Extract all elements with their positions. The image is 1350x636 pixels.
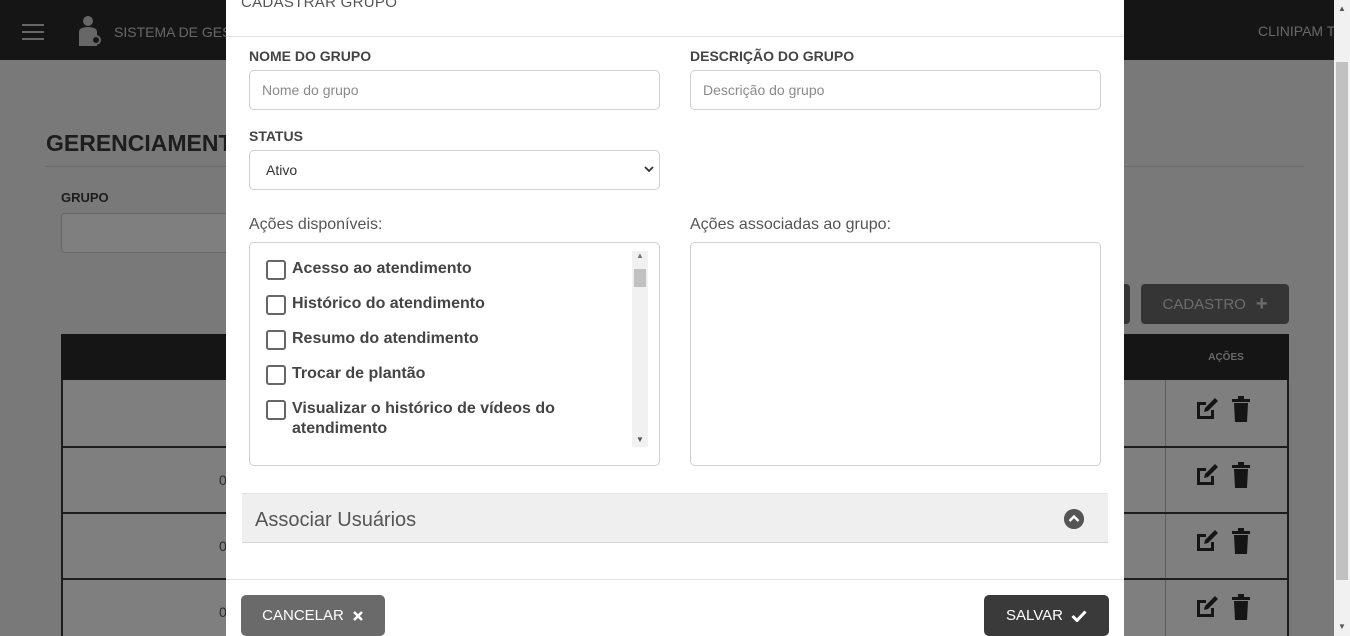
- available-actions-list: Acesso ao atendimento Histórico do atend…: [249, 242, 660, 466]
- chevron-up-circle-icon[interactable]: [1064, 509, 1084, 529]
- associate-users-accordion[interactable]: Associar Usuários: [242, 493, 1108, 543]
- accordion-title: Associar Usuários: [255, 509, 417, 531]
- action-label: Histórico do atendimento: [292, 295, 485, 312]
- group-name-label: NOME DO GRUPO: [249, 48, 372, 64]
- associated-actions-list[interactable]: [690, 242, 1101, 466]
- scroll-up-icon[interactable]: ▲: [1338, 4, 1346, 13]
- status-select[interactable]: Ativo: [249, 150, 660, 190]
- cancel-button-label: CANCELAR: [262, 607, 344, 624]
- associated-actions-label: Ações associadas ao grupo:: [690, 216, 892, 233]
- checkbox[interactable]: [266, 260, 286, 280]
- page-scrollbar[interactable]: ▲ ▼: [1334, 0, 1350, 636]
- list-item[interactable]: Visualizar o histórico de vídeos do aten…: [266, 399, 630, 439]
- list-item[interactable]: Resumo do atendimento: [266, 329, 630, 350]
- close-icon: [352, 610, 363, 621]
- action-label: Acesso ao atendimento: [292, 260, 472, 277]
- list-item[interactable]: Acesso ao atendimento: [266, 259, 630, 280]
- checkbox[interactable]: [266, 365, 286, 385]
- status-label: STATUS: [249, 128, 303, 144]
- checkbox[interactable]: [266, 330, 286, 350]
- save-button[interactable]: SALVAR: [984, 595, 1109, 636]
- cancel-button[interactable]: CANCELAR: [241, 595, 385, 636]
- check-icon: [1071, 609, 1087, 622]
- list-item[interactable]: Trocar de plantão: [266, 364, 630, 385]
- scrollbar-thumb[interactable]: [1336, 62, 1348, 580]
- group-description-label: DESCRIÇÃO DO GRUPO: [690, 48, 855, 64]
- list-scrollbar[interactable]: ▲ ▼: [632, 251, 648, 447]
- chevron-down-icon: [644, 166, 654, 173]
- list-scrollbar-thumb[interactable]: [634, 269, 646, 287]
- modal-title: CADASTRAR GRUPO: [241, 0, 398, 11]
- register-group-modal: CADASTRAR GRUPO NOME DO GRUPO DESCRIÇÃO …: [226, 0, 1124, 636]
- scroll-down-icon[interactable]: ▼: [1338, 622, 1346, 631]
- scroll-up-icon[interactable]: ▲: [636, 251, 644, 260]
- available-actions-label: Ações disponíveis:: [249, 216, 383, 233]
- save-button-label: SALVAR: [1006, 607, 1063, 624]
- action-label: Trocar de plantão: [292, 365, 426, 382]
- list-item[interactable]: Histórico do atendimento: [266, 294, 630, 315]
- scroll-down-icon[interactable]: ▼: [636, 435, 644, 444]
- checkbox[interactable]: [266, 400, 286, 420]
- modal-header-divider: [226, 36, 1124, 37]
- group-name-input[interactable]: [249, 70, 660, 110]
- action-label: Visualizar o histórico de vídeos do aten…: [292, 400, 555, 437]
- action-label: Resumo do atendimento: [292, 330, 479, 347]
- checkbox[interactable]: [266, 295, 286, 315]
- modal-footer-divider: [226, 579, 1124, 580]
- status-select-value: Ativo: [266, 162, 298, 178]
- group-description-input[interactable]: [690, 70, 1101, 110]
